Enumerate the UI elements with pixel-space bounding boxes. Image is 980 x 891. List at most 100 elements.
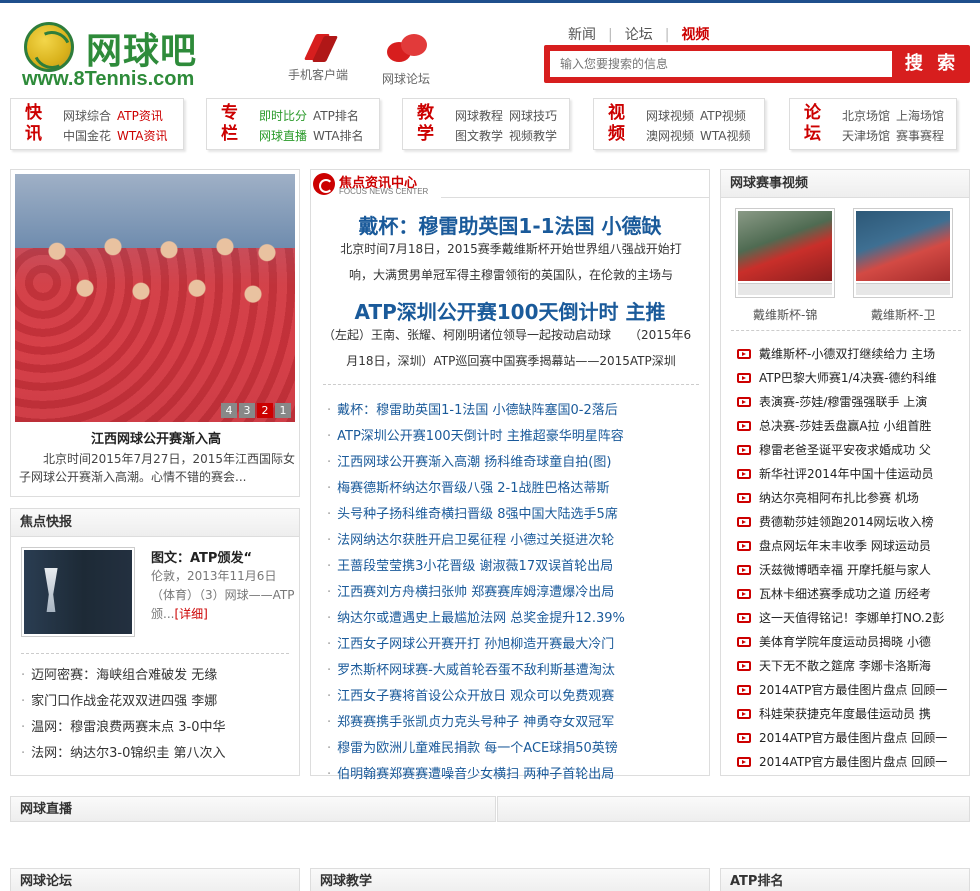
video-list-item[interactable]: 戴维斯杯-小德双打继续给力 主场: [737, 342, 947, 366]
video-list-item[interactable]: 2014ATP官方最佳图片盘点 回顾一: [737, 750, 947, 774]
nav-link[interactable]: 图文教学: [455, 129, 503, 143]
list-item[interactable]: 温网：穆雷浪费两赛末点 3-0中华: [21, 715, 291, 741]
video-list-item[interactable]: 沃兹微博晒幸福 开摩托艇与家人: [737, 558, 947, 582]
nav-link[interactable]: 北京场馆: [842, 109, 890, 123]
nav-link[interactable]: 天津场馆: [842, 129, 890, 143]
flash-news-panel: 焦点快报 图文：ATP颁发“ 伦敦，2013年11月6日（体育）（3）网球——A…: [10, 508, 300, 776]
headline-2-desc-line1: （左起）王南、张耀、柯刚明诸位领导一起按动启动球 （2015年6: [323, 328, 692, 342]
pager-dot[interactable]: 1: [275, 403, 291, 418]
nav-divider: |: [608, 27, 613, 43]
search-input[interactable]: [550, 51, 892, 77]
nav-box-tag: 教学: [417, 103, 434, 144]
video-list-item[interactable]: 天下无不散之筵席 李娜卡洛斯海: [737, 654, 947, 678]
nav-link[interactable]: 视频教学: [509, 129, 557, 143]
video-list-item[interactable]: 这一天值得铭记！李娜单打NO.2彭: [737, 606, 947, 630]
list-item[interactable]: 江西女子赛将首设公众开放日 观众可以免费观赛: [327, 684, 625, 710]
top-nav: 新闻 | 论坛 | 视频: [568, 24, 709, 44]
video-list-item[interactable]: 穆雷老爸圣诞平安夜求婚成功 父: [737, 438, 947, 462]
headline-2[interactable]: ATP深圳公开赛100天倒计时 主推: [311, 296, 709, 325]
nav-link[interactable]: 赛事赛程: [896, 129, 944, 143]
headline-1[interactable]: 戴杯：穆雷助英国1-1法国 小德缺: [311, 210, 709, 239]
video-list-item[interactable]: 2014ATP官方最佳图片盘点 回顾一: [737, 726, 947, 750]
mobile-client-link[interactable]: 手机客户端: [286, 32, 350, 83]
nav-link[interactable]: 网球教程: [455, 109, 503, 123]
list-item[interactable]: 纳达尔或遭遇史上最尴尬法网 总奖金提升12.39%: [327, 606, 625, 632]
search-button[interactable]: 搜 索: [902, 51, 962, 77]
tennis-forum-link[interactable]: 网球论坛: [374, 34, 438, 87]
nav-link[interactable]: WTA视频: [700, 129, 750, 143]
video-icon: [737, 493, 751, 503]
list-item[interactable]: 江西女子网球公开赛开打 孙旭柳造开赛最大冷门: [327, 632, 625, 658]
list-item[interactable]: 罗杰斯杯网球赛-大威首轮吞蛋不敌利斯基遭淘汰: [327, 658, 625, 684]
video-icon: [737, 373, 751, 383]
pager-dot[interactable]: 3: [239, 403, 255, 418]
list-item[interactable]: 迈阿密赛：海峡组合难破发 无缘: [21, 663, 291, 689]
list-item[interactable]: 郑赛赛携手张凯贞力克头号种子 神勇夺女双冠军: [327, 710, 625, 736]
mobile-phone-icon: [298, 32, 339, 62]
focus-news-list: 戴杯：穆雷助英国1-1法国 小德缺阵塞国0-2落后 ATP深圳公开赛100天倒计…: [327, 398, 625, 788]
pager-dot[interactable]: 4: [221, 403, 237, 418]
list-item[interactable]: 法网：纳达尔3-0锦织圭 第八次入: [21, 741, 291, 767]
flash-news-thumbnail[interactable]: [21, 547, 135, 637]
video-list-item[interactable]: 新华社评2014年中国十佳运动员: [737, 462, 947, 486]
list-item[interactable]: 梅赛德斯杯纳达尔晋级八强 2-1战胜巴格达蒂斯: [327, 476, 625, 502]
slider-photo[interactable]: 4321: [15, 174, 295, 422]
nav-link[interactable]: 即时比分: [259, 109, 307, 123]
list-item[interactable]: 穆雷为欧洲儿童难民捐款 每一个ACE球捐50英镑: [327, 736, 625, 762]
nav-link[interactable]: WTA排名: [313, 129, 363, 143]
nav-video[interactable]: 视频: [681, 24, 709, 44]
flash-news-title[interactable]: 图文：ATP颁发“: [151, 547, 252, 566]
video-icon: [737, 733, 751, 743]
video-icon: [737, 757, 751, 767]
video-thumbnail-2[interactable]: [853, 208, 953, 298]
list-item[interactable]: 家门口作战金花双双进四强 李娜: [21, 689, 291, 715]
nav-link[interactable]: 网球直播: [259, 129, 307, 143]
video-list-item[interactable]: 2014ATP官方最佳图片盘点 回顾一: [737, 678, 947, 702]
nav-box-tag: 专栏: [221, 103, 238, 144]
video-list-item[interactable]: ATP巴黎大师赛1/4决赛-德约科维: [737, 366, 947, 390]
video-list-item[interactable]: 总决赛-莎娃丢盘赢A拉 小组首胜: [737, 414, 947, 438]
nav-news[interactable]: 新闻: [568, 24, 596, 44]
list-item[interactable]: 法网纳达尔获胜开启卫冕征程 小德过关挺进次轮: [327, 528, 625, 554]
nav-link[interactable]: 网球视频: [646, 109, 694, 123]
video-list-item[interactable]: 纳达尔亮相阿布扎比参赛 机场: [737, 486, 947, 510]
list-item[interactable]: 江西赛刘方舟横扫张帅 郑赛赛库姆淳遭爆冷出局: [327, 580, 625, 606]
video-progress-bar: [738, 283, 832, 295]
video-list: 戴维斯杯-小德双打继续给力 主场 ATP巴黎大师赛1/4决赛-德约科维 表演赛-…: [737, 342, 947, 774]
list-item[interactable]: ATP深圳公开赛100天倒计时 主推超豪华明星阵容: [327, 424, 625, 450]
site-url[interactable]: www.8Tennis.com: [22, 68, 194, 91]
video-list-item[interactable]: 瓦林卡细述赛季成功之道 历经考: [737, 582, 947, 606]
top-border: [0, 0, 980, 3]
nav-link[interactable]: ATP视频: [700, 109, 746, 123]
tennis-ball-logo-icon[interactable]: [24, 22, 74, 72]
video-caption-2[interactable]: 戴维斯杯-卫: [871, 306, 935, 323]
panel-title: 网球赛事视频: [721, 170, 969, 198]
video-list-item[interactable]: 费德勒莎娃领跑2014网坛收入榜: [737, 510, 947, 534]
list-item[interactable]: 伯明翰赛郑赛赛遭噪音少女横扫 两种子首轮出局: [327, 762, 625, 788]
site-logo-text[interactable]: 网球吧: [86, 22, 197, 74]
nav-link[interactable]: 网球技巧: [509, 109, 557, 123]
nav-forum[interactable]: 论坛: [625, 24, 653, 44]
list-item[interactable]: 江西网球公开赛渐入高潮 扬科维奇球童自拍(图): [327, 450, 625, 476]
video-caption-1[interactable]: 戴维斯杯-锦: [753, 306, 817, 323]
nav-link[interactable]: WTA资讯: [117, 129, 167, 143]
video-list-item[interactable]: 盘点网坛年末丰收季 网球运动员: [737, 534, 947, 558]
more-link[interactable]: [详细]: [174, 607, 207, 621]
photo-caption[interactable]: 江西网球公开赛渐入高: [11, 428, 301, 447]
nav-link[interactable]: 澳网视频: [646, 129, 694, 143]
nav-link[interactable]: 上海场馆: [896, 109, 944, 123]
nav-link[interactable]: 中国金花: [63, 129, 111, 143]
nav-link[interactable]: ATP资讯: [117, 109, 163, 123]
list-item[interactable]: 戴杯：穆雷助英国1-1法国 小德缺阵塞国0-2落后: [327, 398, 625, 424]
video-thumbnail-1[interactable]: [735, 208, 835, 298]
video-list-item[interactable]: 表演赛-莎娃/穆雷强强联手 上演: [737, 390, 947, 414]
photo-slider-panel: 4321 江西网球公开赛渐入高 北京时间2015年7月27日，2015年江西国际…: [10, 169, 300, 497]
nav-link[interactable]: ATP排名: [313, 109, 359, 123]
pager-dot-active[interactable]: 2: [257, 403, 273, 418]
list-item[interactable]: 头号种子扬科维奇横扫晋级 8强中国大陆选手5席: [327, 502, 625, 528]
nav-link[interactable]: 网球综合: [63, 109, 111, 123]
video-list-item[interactable]: 美体育学院年度运动员揭晓 小德: [737, 630, 947, 654]
video-list-item[interactable]: 科娃荣获捷克年度最佳运动员 携: [737, 702, 947, 726]
video-progress-bar: [856, 283, 950, 295]
list-item[interactable]: 王蔷段莹莹携3小花晋级 谢淑薇17双误首轮出局: [327, 554, 625, 580]
